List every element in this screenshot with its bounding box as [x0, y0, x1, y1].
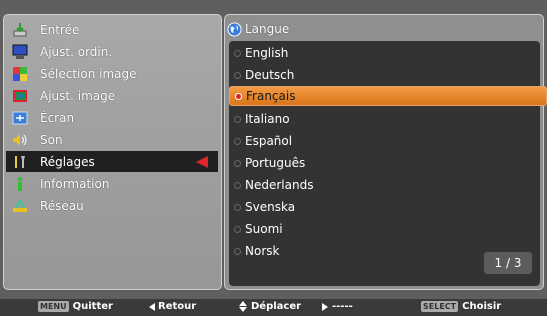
menu-item-label: Son [40, 132, 63, 147]
language-option-label: Nederlands [245, 178, 314, 192]
menu-item-label: Sélection image [40, 66, 137, 81]
language-option-deutsch[interactable]: Deutsch [229, 65, 547, 85]
menu-item-selection-image[interactable]: Sélection image [6, 63, 218, 84]
language-option-label: Español [245, 134, 293, 148]
quit-label: Quitter [72, 301, 113, 312]
language-option-label: Italiano [245, 112, 290, 126]
sound-icon [12, 132, 28, 148]
language-option-nederlands[interactable]: Nederlands [229, 175, 547, 195]
language-option-label: Svenska [245, 200, 296, 214]
settings-icon [12, 154, 28, 170]
language-option-espanol[interactable]: Español [229, 131, 547, 151]
control-hint-bar: MENU Quitter Retour Déplacer ----- SELEC… [0, 299, 547, 316]
menu-item-label: Réglages [40, 154, 95, 169]
menu-item-label: Écran [40, 110, 75, 125]
menu-item-label: Réseau [40, 198, 84, 213]
language-header: Langue [227, 19, 289, 39]
menu-key-icon: MENU [38, 301, 69, 312]
language-submenu-panel: Langue English Deutsch Français Italiano… [224, 14, 547, 290]
image-select-icon [12, 66, 28, 82]
main-menu-panel: Entrée Ajust. ordin. Sélection image Aju… [3, 14, 222, 290]
menu-item-entree[interactable]: Entrée [6, 19, 218, 40]
move-label: Déplacer [251, 301, 302, 312]
language-option-italiano[interactable]: Italiano [229, 109, 547, 129]
next-label: ----- [332, 301, 353, 312]
language-title: Langue [245, 22, 290, 36]
left-arrow-icon [149, 302, 155, 311]
radio-selected-icon [235, 92, 242, 100]
radio-icon [234, 181, 241, 189]
back-label: Retour [158, 301, 197, 312]
computer-adjust-icon [12, 44, 28, 60]
menu-item-ecran[interactable]: Écran [6, 107, 218, 128]
menu-item-ajust-ordin[interactable]: Ajust. ordin. [6, 41, 218, 62]
language-option-label: English [245, 46, 289, 60]
language-list: English Deutsch Français Italiano Españo… [229, 41, 547, 286]
language-option-label: Deutsch [245, 68, 295, 82]
radio-icon [234, 225, 241, 233]
select-hint: SELECT Choisir [421, 301, 501, 312]
radio-icon [234, 49, 241, 57]
language-option-svenska[interactable]: Svenska [229, 197, 547, 217]
input-icon [12, 22, 28, 38]
radio-icon [234, 115, 241, 123]
menu-item-reglages[interactable]: Réglages [6, 151, 218, 172]
language-option-label: Français [246, 89, 296, 103]
menu-item-ajust-image[interactable]: Ajust. image [6, 85, 218, 106]
language-option-label: Norsk [245, 244, 280, 258]
menu-item-reseau[interactable]: Réseau [6, 195, 218, 216]
language-option-suomi[interactable]: Suomi [229, 219, 547, 239]
selection-arrow-icon [196, 156, 208, 168]
move-hint: Déplacer [238, 301, 301, 312]
menu-item-label: Ajust. ordin. [40, 44, 113, 59]
projector-osd: Entrée Ajust. ordin. Sélection image Aju… [0, 0, 547, 316]
radio-icon [234, 71, 241, 79]
next-hint: ----- [322, 301, 353, 312]
radio-icon [234, 159, 241, 167]
language-option-label: Suomi [245, 222, 283, 236]
page-indicator: 1 / 3 [484, 252, 532, 274]
menu-item-information[interactable]: Information [6, 173, 218, 194]
image-adjust-icon [12, 88, 28, 104]
select-label: Choisir [462, 301, 502, 312]
language-option-english[interactable]: English [229, 43, 547, 63]
language-option-label: Português [245, 156, 306, 170]
screen-icon [12, 110, 28, 126]
language-option-portugues[interactable]: Português [229, 153, 547, 173]
menu-item-label: Ajust. image [40, 88, 116, 103]
menu-item-label: Information [40, 176, 110, 191]
select-key-icon: SELECT [421, 301, 459, 312]
radio-icon [234, 137, 241, 145]
right-arrow-icon [322, 302, 328, 311]
quit-hint: MENU Quitter [38, 301, 113, 312]
globe-icon [227, 21, 242, 37]
language-option-francais[interactable]: Français [229, 86, 547, 106]
up-down-arrow-icon [238, 301, 248, 312]
menu-item-son[interactable]: Son [6, 129, 218, 150]
back-hint: Retour [149, 301, 196, 312]
radio-icon [234, 203, 241, 211]
information-icon [12, 176, 28, 192]
radio-icon [234, 247, 241, 255]
network-icon [12, 198, 28, 214]
menu-item-label: Entrée [40, 22, 80, 37]
